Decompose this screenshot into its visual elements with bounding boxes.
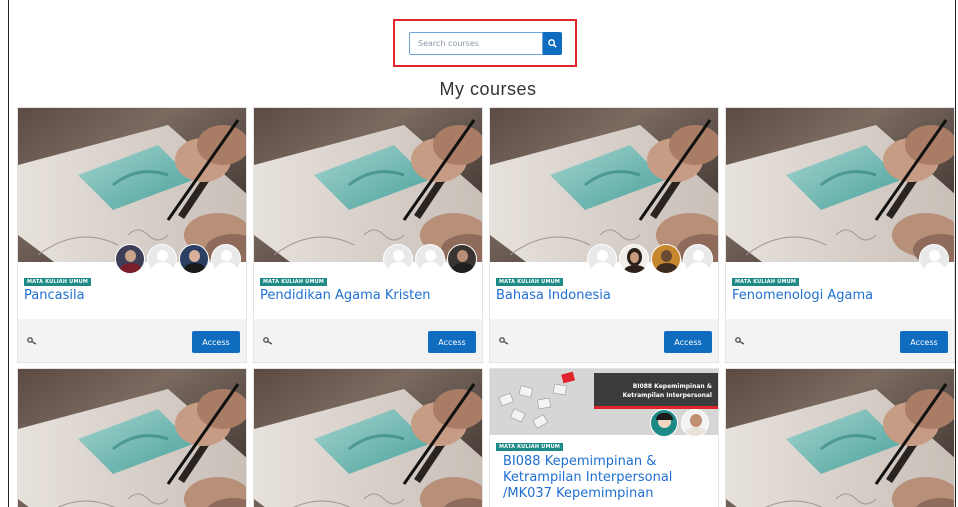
course-image [726,369,954,507]
course-card[interactable]: MATA KULIAH UMUM Fenomenologi Agama Acce… [725,107,955,363]
course-image [726,108,954,262]
avatar [650,409,678,437]
course-image [254,108,482,262]
avatar [211,244,241,274]
course-image [18,369,246,507]
key-icon [499,337,509,345]
banner-text: Ketrampilan Interpersonal [622,392,712,399]
avatar [415,244,445,274]
avatar [447,244,477,274]
banner-text: BI088 Kepemimpinan & [632,383,712,390]
key-icon [27,337,37,345]
avatar [179,244,209,274]
category-badge: MATA KULIAH UMUM [496,443,564,451]
avatar [651,244,681,274]
course-card[interactable] [725,368,955,507]
course-title[interactable]: Fenomenologi Agama [732,288,950,304]
search-button[interactable] [543,32,562,55]
avatar [681,409,709,437]
course-card[interactable] [253,368,483,507]
category-badge: MATA KULIAH UMUM [260,278,328,286]
course-image [18,108,246,262]
course-card[interactable] [17,368,247,507]
course-title[interactable]: Pancasila [24,288,242,304]
key-icon [263,337,273,345]
page-title: My courses [439,79,537,99]
course-title[interactable]: BI088 Kepemimpinan & Ketrampilan Interpe… [503,454,714,502]
course-title-line: /MK037 Kepemimpinan [503,486,654,501]
category-badge: MATA KULIAH UMUM [24,278,92,286]
course-title[interactable]: Bahasa Indonesia [496,288,714,304]
avatar [587,244,617,274]
avatar [919,244,949,274]
search-input[interactable] [409,32,543,55]
avatar [683,244,713,274]
search-icon [548,39,557,48]
avatar [383,244,413,274]
key-icon [735,337,745,345]
access-button[interactable]: Access [428,331,476,353]
course-card[interactable]: MATA KULIAH UMUM Bahasa Indonesia Access [489,107,719,363]
access-button[interactable]: Access [900,331,948,353]
course-card[interactable]: BI088 Kepemimpinan & Ketrampilan Interpe… [489,368,719,507]
course-card[interactable]: MATA KULIAH UMUM Pendidikan Agama Kriste… [253,107,483,363]
avatar [147,244,177,274]
avatar [619,244,649,274]
course-card[interactable]: MATA KULIAH UMUM Pancasila Access [17,107,247,363]
course-title[interactable]: Pendidikan Agama Kristen [260,288,478,304]
access-button[interactable]: Access [192,331,240,353]
category-badge: MATA KULIAH UMUM [496,278,564,286]
course-image [254,369,482,507]
course-image [490,108,718,262]
course-title-line: BI088 Kepemimpinan & [503,454,657,469]
category-badge: MATA KULIAH UMUM [732,278,800,286]
course-title-line: Ketrampilan Interpersonal [503,470,673,485]
access-button[interactable]: Access [664,331,712,353]
avatar [115,244,145,274]
